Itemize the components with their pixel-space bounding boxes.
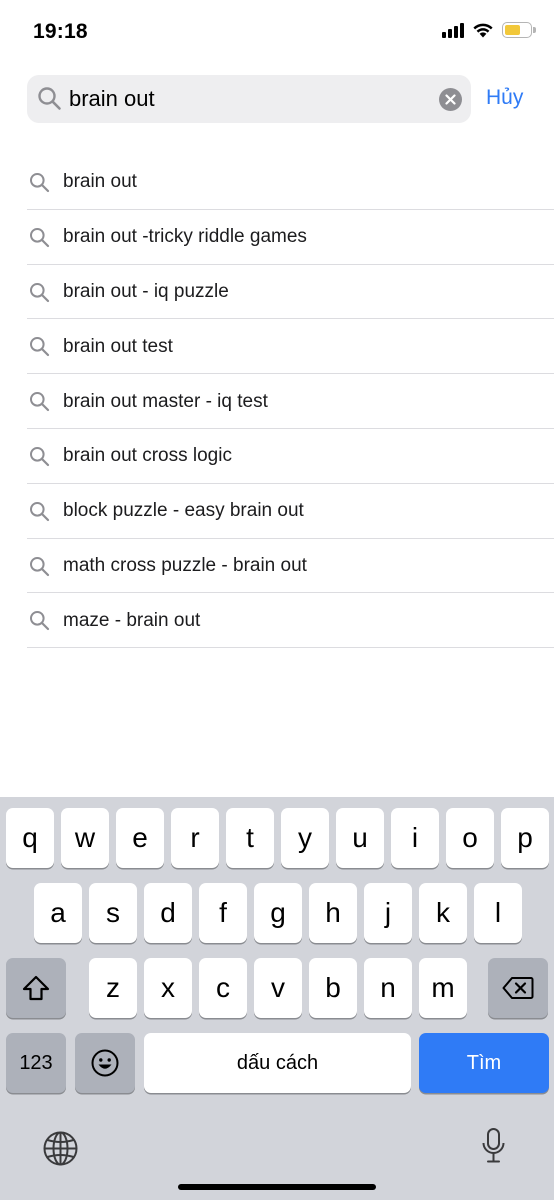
suggestion-item[interactable]: maze - brain out: [0, 593, 554, 649]
key-y[interactable]: y: [281, 808, 329, 868]
key-o[interactable]: o: [446, 808, 494, 868]
suggestion-item[interactable]: brain out test: [0, 319, 554, 375]
key-g[interactable]: g: [254, 883, 302, 943]
battery-level: [505, 25, 521, 35]
suggestion-item[interactable]: math cross puzzle - brain out: [0, 539, 554, 594]
search-suggestions-list: brain out brain out -tricky riddle games…: [0, 155, 554, 649]
cancel-button[interactable]: Hủy: [486, 86, 523, 110]
key-h[interactable]: h: [309, 883, 357, 943]
key-e[interactable]: e: [116, 808, 164, 868]
status-bar: 19:18: [0, 0, 554, 66]
suggestion-label: brain out -tricky riddle games: [63, 226, 307, 248]
key-k[interactable]: k: [419, 883, 467, 943]
search-icon: [30, 556, 50, 576]
search-icon: [30, 337, 50, 357]
search-icon: [30, 282, 50, 302]
key-x[interactable]: x: [144, 958, 192, 1018]
search-icon: [30, 227, 50, 247]
key-a[interactable]: a: [34, 883, 82, 943]
wifi-icon: [473, 23, 493, 38]
shift-key[interactable]: [6, 958, 66, 1018]
emoji-icon: [91, 1049, 119, 1077]
home-indicator: [178, 1184, 376, 1190]
suggestion-label: brain out test: [63, 335, 173, 357]
suggestion-label: math cross puzzle - brain out: [63, 554, 307, 576]
cellular-signal-icon: [442, 22, 464, 38]
key-r[interactable]: r: [171, 808, 219, 868]
key-b[interactable]: b: [309, 958, 357, 1018]
search-icon: [38, 87, 61, 110]
suggestion-item[interactable]: brain out -tricky riddle games: [0, 210, 554, 265]
suggestion-label: brain out master - iq test: [63, 390, 268, 412]
key-w[interactable]: w: [61, 808, 109, 868]
suggestion-label: block puzzle - easy brain out: [63, 500, 304, 522]
numbers-key[interactable]: 123: [6, 1033, 66, 1093]
delete-key[interactable]: [488, 958, 548, 1018]
suggestion-item[interactable]: brain out master - iq test: [0, 374, 554, 429]
key-z[interactable]: z: [89, 958, 137, 1018]
suggestion-item[interactable]: brain out: [0, 155, 554, 210]
key-l[interactable]: l: [474, 883, 522, 943]
search-icon: [30, 611, 50, 631]
key-u[interactable]: u: [336, 808, 384, 868]
clear-icon: [445, 94, 456, 105]
globe-icon[interactable]: [42, 1130, 79, 1167]
key-f[interactable]: f: [199, 883, 247, 943]
search-input[interactable]: [69, 75, 429, 123]
suggestion-label: maze - brain out: [63, 609, 201, 631]
suggestion-label: brain out - iq puzzle: [63, 280, 229, 302]
clear-search-button[interactable]: [439, 88, 462, 111]
key-q[interactable]: q: [6, 808, 54, 868]
divider: [27, 647, 554, 649]
suggestion-item[interactable]: brain out - iq puzzle: [0, 265, 554, 320]
keyboard: q w e r t y u i o p a s d f g h j k l z …: [0, 797, 554, 1200]
key-s[interactable]: s: [89, 883, 137, 943]
battery-icon: [502, 22, 536, 38]
suggestion-item[interactable]: brain out cross logic: [0, 429, 554, 484]
suggestion-label: brain out cross logic: [63, 445, 232, 467]
emoji-key[interactable]: [75, 1033, 135, 1093]
search-field[interactable]: [27, 75, 471, 123]
search-icon: [30, 173, 50, 193]
key-v[interactable]: v: [254, 958, 302, 1018]
search-icon: [30, 392, 50, 412]
microphone-icon[interactable]: [481, 1127, 506, 1165]
delete-icon: [502, 977, 534, 999]
key-m[interactable]: m: [419, 958, 467, 1018]
search-icon: [30, 501, 50, 521]
search-key[interactable]: Tìm: [419, 1033, 549, 1093]
key-t[interactable]: t: [226, 808, 274, 868]
key-j[interactable]: j: [364, 883, 412, 943]
shift-icon: [22, 975, 50, 1001]
suggestion-item[interactable]: block puzzle - easy brain out: [0, 484, 554, 539]
key-n[interactable]: n: [364, 958, 412, 1018]
status-time: 19:18: [33, 20, 88, 43]
key-i[interactable]: i: [391, 808, 439, 868]
status-icons: [442, 22, 536, 38]
key-p[interactable]: p: [501, 808, 549, 868]
key-c[interactable]: c: [199, 958, 247, 1018]
suggestion-label: brain out: [63, 171, 137, 193]
key-d[interactable]: d: [144, 883, 192, 943]
space-key[interactable]: dấu cách: [144, 1033, 411, 1093]
search-icon: [30, 446, 50, 467]
